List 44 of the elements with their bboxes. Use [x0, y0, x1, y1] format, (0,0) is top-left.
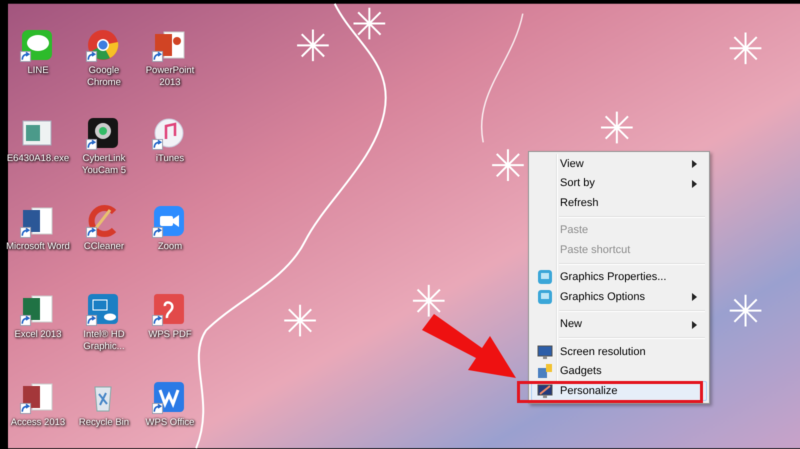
- app-icon: [152, 380, 186, 414]
- desktop-shortcut[interactable]: Recycle Bin: [68, 380, 134, 429]
- graphics-icon: [537, 269, 553, 286]
- shortcut-label: Intel® HD Graphic...: [82, 329, 126, 353]
- app-icon: [152, 292, 186, 326]
- desktop-shortcut[interactable]: Intel® HD Graphic...: [68, 292, 134, 353]
- shortcut-label: Google Chrome: [86, 65, 122, 89]
- desktop-shortcut[interactable]: Access 2013: [2, 380, 68, 429]
- personalize-icon: [537, 382, 553, 399]
- app-icon: [86, 292, 120, 326]
- menu-item[interactable]: New: [531, 314, 707, 334]
- shortcut-label: PowerPoint 2013: [144, 65, 196, 89]
- shortcut-label: Zoom: [156, 241, 184, 253]
- shortcut-label: Access 2013: [10, 417, 66, 429]
- shortcut-label: CCleaner: [82, 241, 126, 253]
- desktop-shortcut[interactable]: Excel 2013: [2, 292, 68, 341]
- monitor-icon: [537, 344, 553, 360]
- app-icon: [86, 28, 120, 62]
- desktop-shortcut[interactable]: Zoom: [134, 204, 200, 253]
- shortcut-label: WPS Office: [144, 417, 196, 429]
- shortcut-label: Excel 2013: [13, 329, 62, 341]
- desktop-shortcut[interactable]: PowerPoint 2013: [134, 28, 200, 89]
- shortcut-label: WPS PDF: [147, 329, 193, 341]
- desktop-shortcut[interactable]: CyberLink YouCam 5: [68, 116, 134, 177]
- menu-item[interactable]: Refresh: [531, 193, 707, 212]
- desktop-shortcut[interactable]: Google Chrome: [68, 28, 134, 89]
- shortcut-label: iTunes: [154, 153, 186, 165]
- menu-item[interactable]: Graphics Properties...: [531, 268, 707, 287]
- desktop-shortcut[interactable]: CCleaner: [68, 204, 134, 253]
- menu-item[interactable]: Graphics Options: [531, 287, 707, 306]
- graphics-icon: [537, 288, 553, 305]
- menu-item[interactable]: Screen resolution: [531, 342, 707, 362]
- menu-item[interactable]: Sort by: [531, 174, 707, 193]
- shortcut-label: CyberLink YouCam 5: [80, 153, 127, 177]
- shortcut-label: LINE: [26, 65, 50, 77]
- desktop-shortcut[interactable]: WPS Office: [134, 380, 200, 429]
- shortcut-label: Recycle Bin: [78, 417, 130, 429]
- desktop-shortcut[interactable]: WPS PDF: [134, 292, 200, 341]
- gadgets-icon: [537, 363, 553, 380]
- desktop-shortcut[interactable]: iTunes: [134, 116, 200, 165]
- menu-item[interactable]: Gadgets: [531, 362, 707, 381]
- menu-item[interactable]: View: [531, 154, 707, 174]
- desktop-shortcut[interactable]: LINE: [2, 28, 68, 77]
- app-icon: [152, 116, 186, 150]
